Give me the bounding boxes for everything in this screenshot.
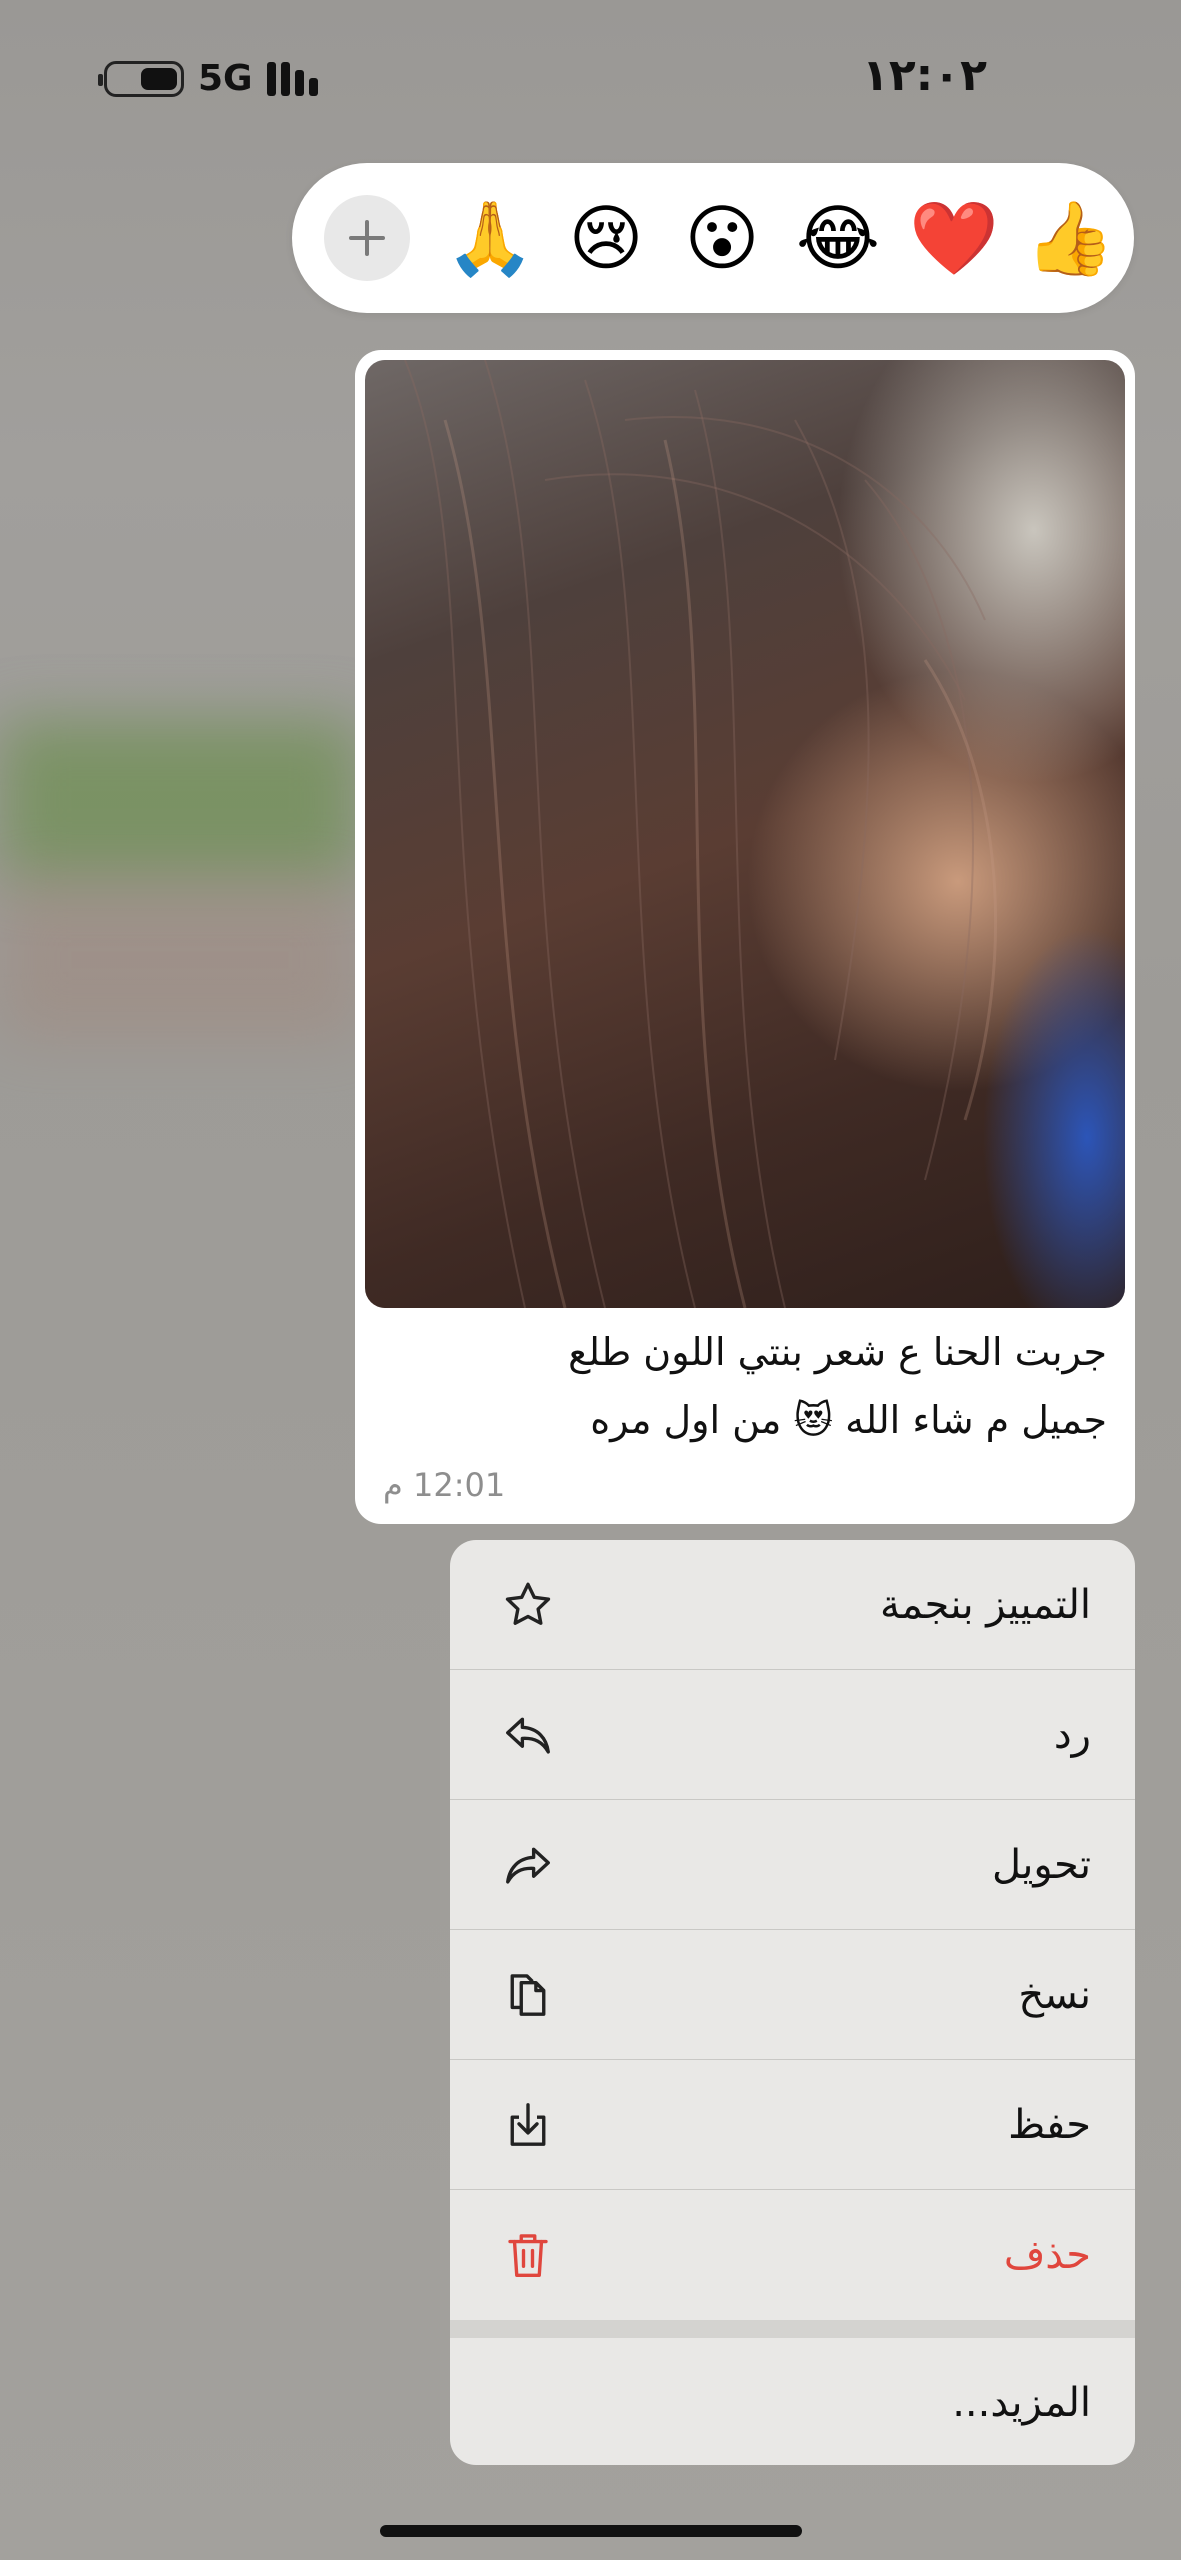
menu-separator bbox=[450, 2320, 1135, 2338]
menu-item-more[interactable]: المزيد... bbox=[450, 2338, 1135, 2465]
copy-icon bbox=[500, 1967, 556, 2023]
menu-item-save[interactable]: حفظ bbox=[450, 2060, 1135, 2190]
trash-icon bbox=[500, 2227, 556, 2283]
menu-item-label: حذف bbox=[1003, 2232, 1091, 2278]
background-blur bbox=[0, 720, 360, 880]
network-type: 5G bbox=[198, 58, 253, 99]
plus-icon bbox=[349, 220, 385, 256]
reactions-bar: 🙏 😢 😮 😂 ❤️ 👍 bbox=[292, 163, 1134, 313]
menu-item-copy[interactable]: نسخ bbox=[450, 1930, 1135, 2060]
caption-line: جربت الحنا ع شعر بنتي اللون طلع bbox=[568, 1330, 1107, 1374]
add-reaction-button[interactable] bbox=[324, 195, 410, 281]
message-caption: جربت الحنا ع شعر بنتي اللون طلع جميل م ش… bbox=[387, 1318, 1107, 1454]
home-indicator[interactable] bbox=[380, 2525, 802, 2537]
context-menu: التمييز بنجمة رد تحويل نسخ حفظ حذف المزي… bbox=[450, 1540, 1135, 2465]
menu-item-label: تحويل bbox=[991, 1841, 1091, 1888]
reaction-laugh-icon[interactable]: 😂 bbox=[780, 183, 896, 293]
status-time: ١٢:٠٢ bbox=[861, 50, 987, 101]
reaction-surprised-icon[interactable]: 😮 bbox=[664, 183, 780, 293]
reaction-heart-icon[interactable]: ❤️ bbox=[896, 183, 1012, 293]
reply-icon bbox=[500, 1707, 556, 1763]
reaction-thumbs-up-icon[interactable]: 👍 bbox=[1012, 183, 1128, 293]
menu-item-forward[interactable]: تحويل bbox=[450, 1800, 1135, 1930]
menu-item-delete[interactable]: حذف bbox=[450, 2190, 1135, 2320]
save-icon bbox=[500, 2097, 556, 2153]
signal-icon bbox=[266, 61, 318, 96]
star-icon bbox=[500, 1577, 556, 1633]
menu-item-reply[interactable]: رد bbox=[450, 1670, 1135, 1800]
menu-item-label: رد bbox=[1053, 1711, 1091, 1758]
message-photo[interactable] bbox=[365, 360, 1125, 1308]
forward-icon bbox=[500, 1837, 556, 1893]
message-time: 12:01 م bbox=[383, 1466, 506, 1504]
menu-item-label: المزيد... bbox=[952, 2380, 1091, 2426]
menu-item-label: التمييز بنجمة bbox=[879, 1581, 1091, 1628]
menu-item-star[interactable]: التمييز بنجمة bbox=[450, 1540, 1135, 1670]
message-bubble[interactable]: جربت الحنا ع شعر بنتي اللون طلع جميل م ش… bbox=[355, 350, 1135, 1524]
hair-texture bbox=[404, 360, 998, 1308]
menu-item-label: نسخ bbox=[1018, 1971, 1091, 2018]
status-bar-left: 5G bbox=[98, 58, 318, 99]
caption-line: جميل م شاء الله 😻 من اول مره bbox=[590, 1398, 1107, 1442]
background-blur bbox=[0, 880, 360, 1040]
battery-icon bbox=[98, 60, 184, 97]
reaction-cry-icon[interactable]: 😢 bbox=[548, 183, 664, 293]
menu-item-label: حفظ bbox=[1008, 2101, 1091, 2148]
reaction-pray-icon[interactable]: 🙏 bbox=[432, 183, 548, 293]
